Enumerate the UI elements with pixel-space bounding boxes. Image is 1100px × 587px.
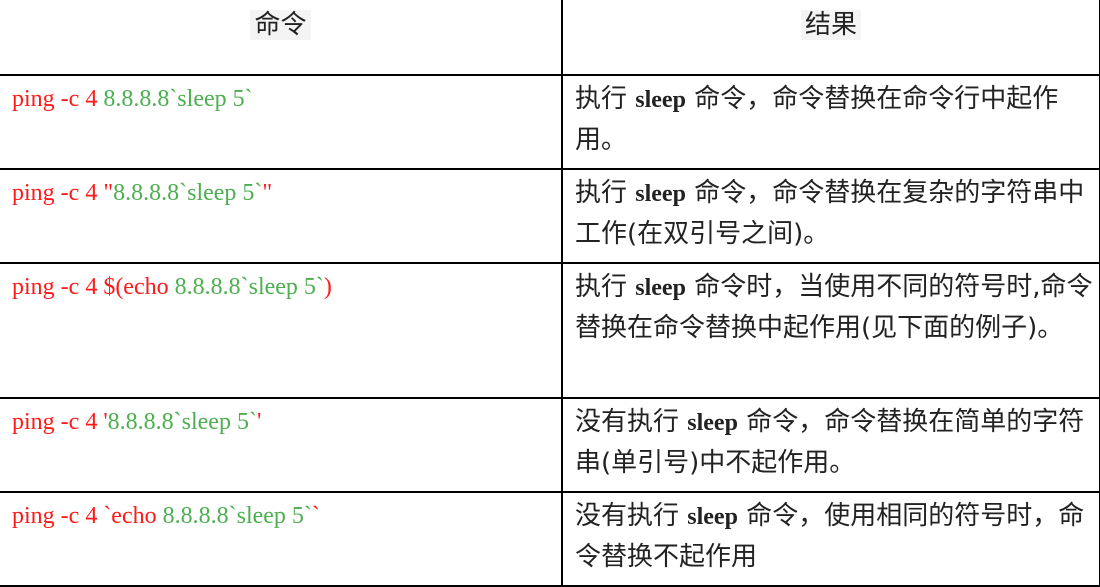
result-cell: 没有执行 sleep 命令，使用相同的符号时，命令替换不起作用 bbox=[561, 491, 1100, 587]
command-text: ping -c 4 bbox=[12, 86, 104, 112]
header-row: 命令 结果 bbox=[0, 0, 1100, 76]
ip-sleep-text: 8.8.8.8`sleep 5` bbox=[162, 503, 312, 529]
result-cell: 执行 sleep 命令，命令替换在命令行中起作用。 bbox=[561, 74, 1100, 170]
command-text: ping -c 4 `echo bbox=[12, 503, 163, 529]
header-result: 结果 bbox=[561, 0, 1100, 76]
table-row: ping -c 4 $(echo 8.8.8.8`sleep 5`) 执行 sl… bbox=[0, 262, 1100, 399]
command-text: ping -c 4 $(echo bbox=[12, 274, 175, 300]
command-cell: ping -c 4 8.8.8.8`sleep 5` bbox=[0, 74, 563, 170]
table-row: ping -c 4 "8.8.8.8`sleep 5`" 执行 sleep 命令… bbox=[0, 168, 1100, 264]
command-suffix: " bbox=[262, 180, 273, 206]
command-cell: ping -c 4 `echo 8.8.8.8`sleep 5`` bbox=[0, 491, 563, 587]
table-row: ping -c 4 `echo 8.8.8.8`sleep 5`` 没有执行 s… bbox=[0, 491, 1100, 587]
sleep-keyword: sleep bbox=[635, 275, 686, 301]
command-suffix: ' bbox=[256, 409, 262, 435]
ip-sleep-text: 8.8.8.8`sleep 5` bbox=[107, 409, 257, 435]
table-row: ping -c 4 8.8.8.8`sleep 5` 执行 sleep 命令，命… bbox=[0, 74, 1100, 170]
sleep-keyword: sleep bbox=[687, 410, 738, 436]
command-cell: ping -c 4 "8.8.8.8`sleep 5`" bbox=[0, 168, 563, 264]
result-cell: 执行 sleep 命令时，当使用不同的符号时,命令替换在命令替换中起作用(见下面… bbox=[561, 262, 1100, 399]
sleep-keyword: sleep bbox=[635, 87, 686, 113]
command-substitution-table: 命令 结果 ping -c 4 8.8.8.8`sleep 5` 执行 slee… bbox=[0, 0, 1100, 587]
sleep-keyword: sleep bbox=[687, 504, 738, 530]
command-text: ping -c 4 " bbox=[12, 180, 114, 206]
ip-sleep-text: 8.8.8.8`sleep 5` bbox=[174, 274, 324, 300]
command-suffix: ) bbox=[323, 274, 332, 300]
command-text: ping -c 4 ' bbox=[12, 409, 108, 435]
command-cell: ping -c 4 '8.8.8.8`sleep 5`' bbox=[0, 397, 563, 493]
result-cell: 没有执行 sleep 命令，命令替换在简单的字符串(单引号)中不起作用。 bbox=[561, 397, 1100, 493]
table-row: ping -c 4 '8.8.8.8`sleep 5`' 没有执行 sleep … bbox=[0, 397, 1100, 493]
ip-sleep-text: 8.8.8.8`sleep 5` bbox=[113, 180, 263, 206]
sleep-keyword: sleep bbox=[635, 181, 686, 207]
result-cell: 执行 sleep 命令，命令替换在复杂的字符串中工作(在双引号之间)。 bbox=[561, 168, 1100, 264]
ip-sleep-text: 8.8.8.8`sleep 5` bbox=[103, 86, 253, 112]
command-suffix: ` bbox=[311, 503, 320, 529]
command-cell: ping -c 4 $(echo 8.8.8.8`sleep 5`) bbox=[0, 262, 563, 399]
header-command: 命令 bbox=[0, 0, 563, 76]
